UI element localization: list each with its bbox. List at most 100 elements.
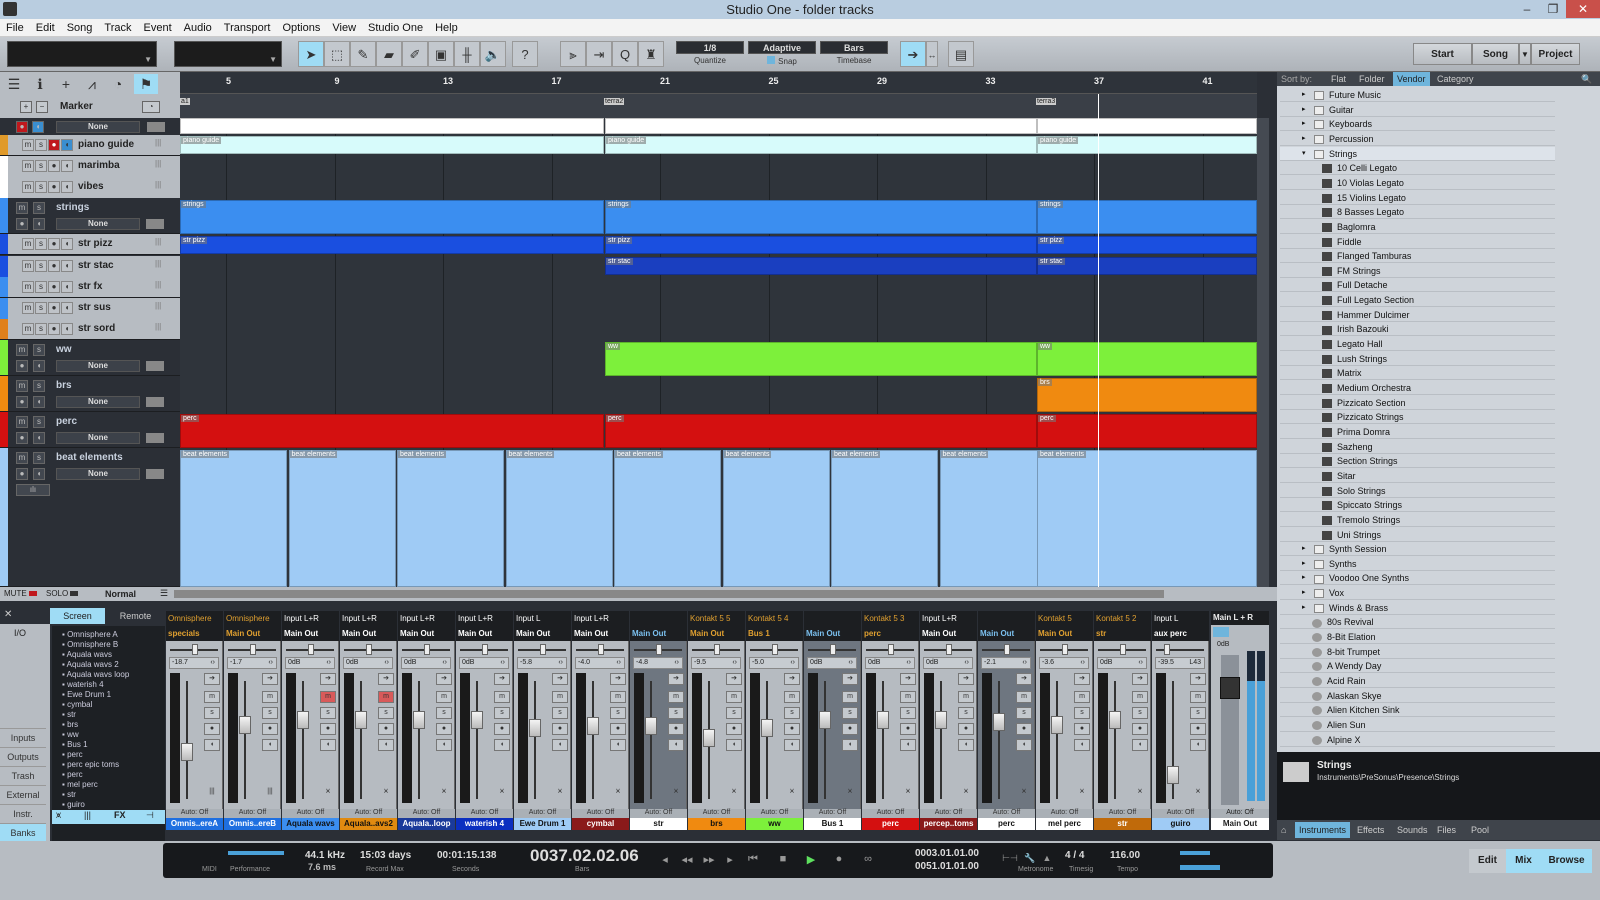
tab-pool[interactable]: Pool [1467, 822, 1493, 838]
channel-name[interactable]: Aquala..loop [398, 818, 455, 830]
zoom-follow-icon[interactable]: ↔ [926, 41, 938, 67]
waveform-icon[interactable]: ⩙ [1132, 787, 1148, 799]
waveform-icon[interactable]: ⩙ [552, 787, 568, 799]
track-name[interactable]: str fx [78, 281, 102, 292]
solo-button[interactable]: s [378, 707, 394, 719]
pan-knob[interactable] [772, 644, 778, 655]
menu-event[interactable]: Event [138, 19, 178, 37]
mute-button[interactable]: m [22, 260, 34, 272]
browser-item[interactable]: ▸ Winds & Brass [1280, 601, 1555, 615]
browser-item[interactable]: ▸ Voodoo One Synths [1280, 571, 1555, 586]
waveform-icon[interactable]: ⩙ [378, 787, 394, 799]
volume-fader[interactable] [355, 711, 367, 729]
event[interactable]: beat elements [288, 450, 396, 587]
track-header[interactable]: m s ● ◖ marimba ||| [0, 156, 180, 178]
event[interactable]: beat elements [180, 450, 287, 587]
mute-button[interactable]: m [22, 323, 34, 335]
browser-item[interactable]: Alaskan Skye [1280, 689, 1555, 703]
expand-arrow-icon[interactable]: ▸ [1302, 103, 1306, 117]
event[interactable]: beat elements [397, 450, 504, 587]
mute-button[interactable]: m [16, 452, 28, 464]
sort-category[interactable]: Category [1433, 72, 1478, 86]
channel-list-item[interactable]: ▪ Aquala wavs loop [62, 670, 129, 679]
route-arrow-icon[interactable]: ➔ [842, 673, 858, 685]
marker-flag-icon[interactable]: ⚑ [134, 74, 158, 94]
monitor-button[interactable]: ◖ [668, 739, 684, 751]
mute-button[interactable]: m [378, 691, 394, 703]
menu-help[interactable]: Help [429, 19, 464, 37]
record-arm-button[interactable]: ● [204, 723, 220, 735]
track-color[interactable] [0, 277, 8, 297]
channel-list-item[interactable]: ▪ ww [62, 730, 79, 739]
add-marker-button[interactable]: + [20, 101, 32, 113]
menu-options[interactable]: Options [276, 19, 326, 37]
view-mode[interactable]: Normal [105, 589, 136, 599]
channel-list-item[interactable]: ▪ Aquala wavs 2 [62, 660, 119, 669]
channel-name[interactable]: perc [978, 818, 1035, 830]
waveform-icon[interactable]: ⩙ [494, 787, 510, 799]
channel-list-item[interactable]: ▪ cymbal [62, 700, 92, 709]
channel-output[interactable]: aux perc [1152, 627, 1209, 641]
volume-fader[interactable] [1109, 711, 1121, 729]
browser-item[interactable]: FM Strings [1280, 264, 1555, 278]
event[interactable]: strings [1037, 200, 1257, 234]
waveform-icon[interactable]: ⩙ [958, 787, 974, 799]
browser-item[interactable]: Legato Hall [1280, 337, 1555, 352]
route-arrow-icon[interactable]: ➔ [958, 673, 974, 685]
pan-knob[interactable] [714, 644, 720, 655]
event[interactable]: ww [1037, 342, 1257, 376]
event[interactable]: strings [605, 200, 1037, 234]
monitor-button[interactable]: ◖ [726, 739, 742, 751]
monitor-button[interactable]: ◖ [552, 739, 568, 751]
track-header[interactable]: m s brs ● ◖ None [0, 376, 180, 412]
volume-readout[interactable]: -5.8 ‹› [517, 657, 567, 669]
channel-input[interactable]: Omnisphere [224, 611, 281, 627]
snap-label[interactable]: Snap [748, 56, 816, 66]
route-arrow-icon[interactable]: ➔ [494, 673, 510, 685]
monitor-button[interactable]: ◖ [33, 218, 45, 230]
tab-sounds[interactable]: Sounds [1393, 822, 1432, 838]
monitor-button[interactable]: ◖ [61, 160, 73, 172]
monitor-button[interactable]: ◖ [61, 238, 73, 250]
volume-readout[interactable]: 0dB ‹› [285, 657, 335, 669]
mute-button[interactable]: m [900, 691, 916, 703]
mute-button[interactable]: m [204, 691, 220, 703]
forward-icon[interactable]: ▸▸ [699, 853, 719, 869]
monitor-button[interactable]: ◖ [33, 432, 45, 444]
volume-readout[interactable]: -1.7 ‹› [227, 657, 277, 669]
record-arm-button[interactable]: ● [1190, 723, 1206, 735]
track-name[interactable]: str pizz [78, 238, 112, 249]
pan-knob[interactable] [366, 644, 372, 655]
end-icon[interactable]: ▸ [720, 853, 740, 869]
mute-button[interactable]: m [22, 302, 34, 314]
tab-instruments[interactable]: Instruments [1295, 822, 1351, 838]
record-arm-button[interactable]: ● [48, 181, 60, 193]
channel-list-item[interactable]: ▪ perc [62, 750, 83, 759]
channel-input[interactable] [630, 611, 687, 627]
mute-button[interactable]: m [784, 691, 800, 703]
marker[interactable]: terra2 [604, 98, 625, 105]
channel-input[interactable]: Input L+R [456, 611, 513, 627]
waveform-icon[interactable]: ⩙ [610, 787, 626, 799]
record-arm-button[interactable]: ● [1132, 723, 1148, 735]
bus-select[interactable]: None [56, 360, 140, 372]
monitor-button[interactable]: ◖ [61, 323, 73, 335]
volume-readout[interactable]: 0dB ‹› [1097, 657, 1147, 669]
record-arm-button[interactable]: ● [378, 723, 394, 735]
volume-fader[interactable] [877, 711, 889, 729]
browser-item[interactable]: ▸ Percussion [1280, 132, 1555, 146]
inputs-button[interactable]: Inputs [0, 728, 46, 746]
menu-studio-one[interactable]: Studio One [362, 19, 429, 37]
track-color[interactable] [0, 412, 8, 447]
track-name[interactable]: str stac [78, 260, 114, 271]
tab-files[interactable]: Files [1433, 822, 1460, 838]
browser-item[interactable]: Medium Orchestra [1280, 381, 1555, 395]
solo-button[interactable]: s [33, 452, 45, 464]
expand-icon[interactable]: ılı [16, 484, 50, 496]
event[interactable] [180, 118, 604, 134]
record-arm-button[interactable]: ● [900, 723, 916, 735]
mute-button[interactable]: m [668, 691, 684, 703]
grip-icon[interactable]: ||| [155, 159, 161, 168]
event[interactable]: ww [605, 342, 1037, 376]
browser-item[interactable]: Pizzicato Section [1280, 396, 1555, 410]
